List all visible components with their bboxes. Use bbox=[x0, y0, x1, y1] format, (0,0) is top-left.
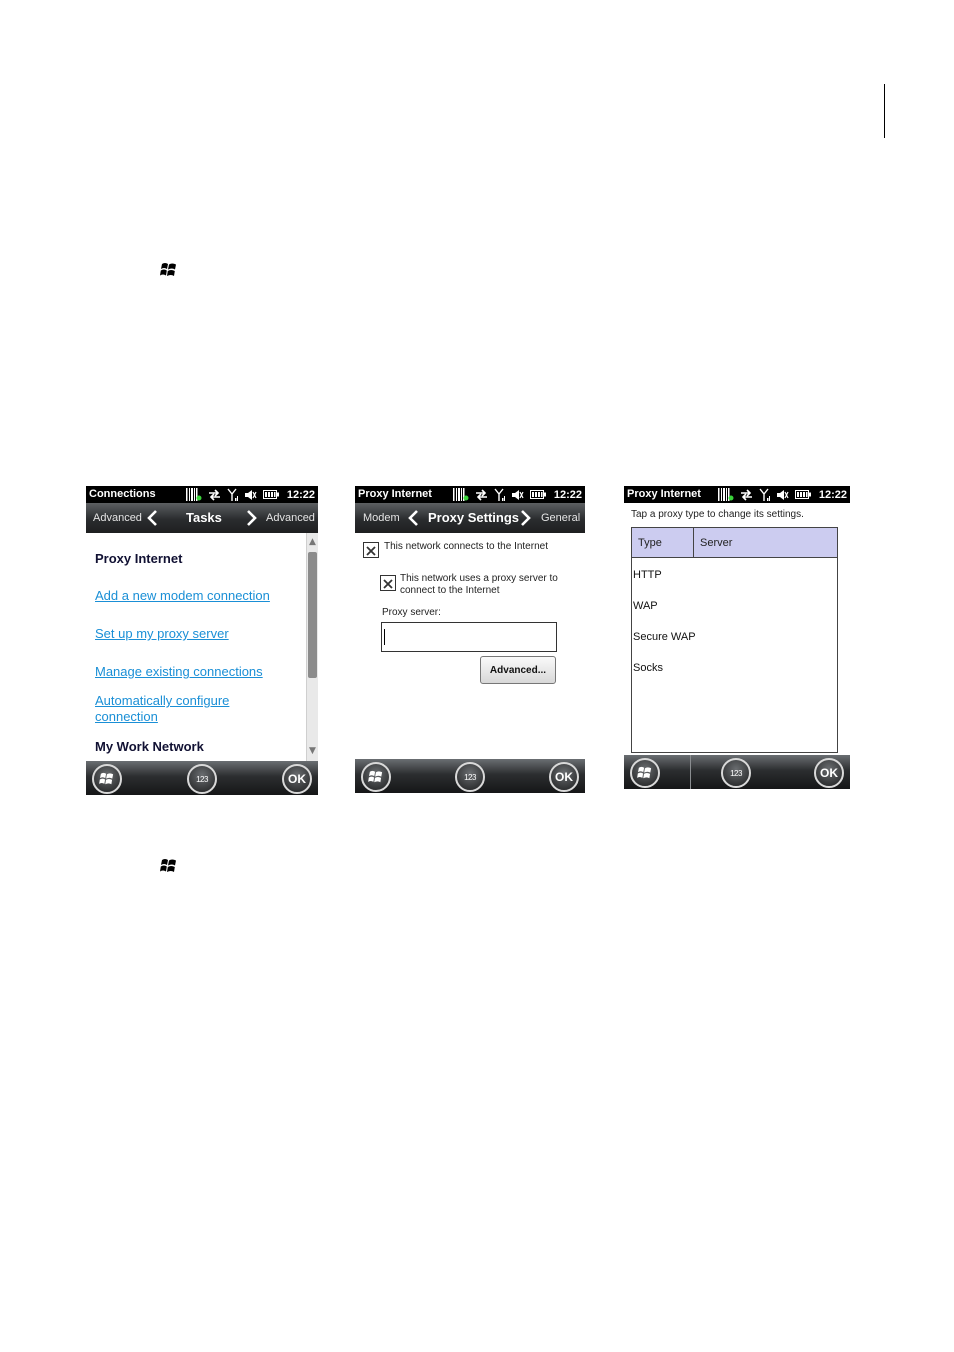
setup-proxy-server-link[interactable]: Set up my proxy server bbox=[95, 626, 229, 641]
soft-key-bar: 123 OK bbox=[624, 755, 850, 789]
soft-key-bar: 123 OK bbox=[355, 759, 585, 793]
internet-checkbox-label: This network connects to the Internet bbox=[384, 541, 548, 552]
battery-icon bbox=[262, 490, 279, 499]
internet-checkbox[interactable] bbox=[363, 542, 379, 558]
clock: 12:22 bbox=[818, 488, 847, 501]
proxy-server-input[interactable] bbox=[381, 622, 557, 652]
proxy-server-label: Proxy server: bbox=[382, 607, 441, 618]
nav-prev-label[interactable]: Modem bbox=[363, 512, 400, 524]
windows-logo-icon bbox=[160, 859, 176, 872]
start-button[interactable] bbox=[630, 758, 660, 788]
soft-key-bar: 123 OK bbox=[86, 761, 318, 795]
proxy-type-table: Type Server HTTP WAP Secure WAP Socks bbox=[631, 527, 838, 753]
column-header-type[interactable]: Type bbox=[638, 537, 662, 549]
sync-arrows-icon bbox=[475, 488, 487, 501]
barcode-icon bbox=[717, 488, 734, 501]
proxy-types-screen: Proxy Internet 12:22 Tap a proxy type to… bbox=[624, 486, 850, 789]
status-bar: Proxy Internet 12:22 bbox=[355, 486, 585, 503]
chevron-left-icon[interactable] bbox=[144, 509, 162, 527]
sync-arrows-icon bbox=[740, 488, 752, 501]
ok-button[interactable]: OK bbox=[282, 764, 312, 794]
add-modem-connection-link[interactable]: Add a new modem connection bbox=[95, 588, 270, 603]
nav-next-label[interactable]: Advanced bbox=[266, 512, 315, 524]
nav-prev-label[interactable]: Advanced bbox=[93, 512, 142, 524]
signal-icon bbox=[494, 488, 505, 501]
table-header: Type Server bbox=[632, 528, 837, 558]
windows-logo-icon bbox=[160, 263, 176, 276]
app-title: Connections bbox=[89, 488, 156, 500]
table-row-http[interactable]: HTTP bbox=[633, 569, 662, 581]
manage-connections-link[interactable]: Manage existing connections bbox=[95, 664, 263, 679]
chevron-left-icon[interactable] bbox=[405, 509, 423, 527]
proxy-settings-screen: Proxy Internet 12:22 Modem Proxy Setting… bbox=[355, 486, 585, 793]
instruction-text: Tap a proxy type to change its settings. bbox=[631, 509, 804, 520]
ok-button[interactable]: OK bbox=[549, 762, 579, 792]
clock: 12:22 bbox=[553, 488, 582, 501]
proxy-checkbox[interactable] bbox=[380, 575, 396, 591]
status-icons: 12:22 bbox=[185, 487, 315, 502]
speaker-muted-icon bbox=[244, 489, 257, 500]
section-heading-work-network: My Work Network bbox=[95, 739, 204, 754]
signal-icon bbox=[227, 488, 238, 501]
auto-configure-link[interactable]: Automatically configure bbox=[95, 693, 229, 708]
status-icons: 12:22 bbox=[717, 487, 847, 502]
proxy-checkbox-label: This network uses a proxy server to bbox=[400, 573, 558, 584]
nav-next-label[interactable]: General bbox=[541, 512, 580, 524]
battery-icon bbox=[529, 490, 546, 499]
text-cursor bbox=[384, 629, 385, 645]
nav-current-title: Proxy Settings bbox=[428, 510, 520, 525]
app-title: Proxy Internet bbox=[358, 488, 432, 500]
column-separator bbox=[693, 528, 694, 557]
table-row-secure-wap[interactable]: Secure WAP bbox=[633, 631, 696, 643]
ok-button[interactable]: OK bbox=[814, 758, 844, 788]
checkbox-x-icon bbox=[383, 579, 393, 589]
windows-start-icon bbox=[637, 766, 652, 779]
signal-icon bbox=[759, 488, 770, 501]
scrollbar-thumb[interactable] bbox=[308, 552, 317, 678]
speaker-muted-icon bbox=[511, 489, 524, 500]
chevron-right-icon[interactable] bbox=[516, 509, 534, 527]
connections-screen: Connections 12:22 Advanced Tasks Advance… bbox=[86, 486, 318, 795]
barcode-icon bbox=[185, 488, 202, 501]
tab-navigator: Advanced Tasks Advanced bbox=[86, 503, 318, 533]
input-panel-button[interactable]: 123 bbox=[721, 758, 751, 788]
page-margin-rule bbox=[884, 84, 885, 138]
windows-start-icon bbox=[99, 772, 114, 785]
status-bar: Proxy Internet 12:22 bbox=[624, 486, 850, 503]
barcode-icon bbox=[452, 488, 469, 501]
input-panel-button[interactable]: 123 bbox=[187, 764, 217, 794]
chevron-right-icon[interactable] bbox=[242, 509, 260, 527]
scroll-up-icon[interactable]: ▲ bbox=[307, 535, 318, 549]
windows-start-icon bbox=[368, 770, 383, 783]
input-panel-button[interactable]: 123 bbox=[455, 762, 485, 792]
battery-icon bbox=[794, 490, 811, 499]
nav-current-title: Tasks bbox=[186, 510, 222, 525]
advanced-button[interactable]: Advanced... bbox=[480, 656, 556, 684]
proxy-checkbox-label-continued: connect to the Internet bbox=[400, 585, 500, 596]
checkbox-x-icon bbox=[366, 546, 376, 556]
scroll-down-icon[interactable]: ▼ bbox=[307, 744, 318, 758]
app-title: Proxy Internet bbox=[627, 488, 701, 500]
sync-arrows-icon bbox=[208, 488, 220, 501]
table-row-socks[interactable]: Socks bbox=[633, 662, 663, 674]
table-row-wap[interactable]: WAP bbox=[633, 600, 658, 612]
section-heading-proxy-internet: Proxy Internet bbox=[95, 551, 183, 566]
clock: 12:22 bbox=[286, 488, 315, 501]
column-header-server[interactable]: Server bbox=[700, 537, 732, 549]
softbar-divider bbox=[690, 755, 691, 789]
start-button[interactable] bbox=[361, 762, 391, 792]
start-button[interactable] bbox=[92, 764, 122, 794]
status-icons: 12:22 bbox=[452, 487, 582, 502]
auto-configure-link-continued[interactable]: connection bbox=[95, 709, 158, 724]
status-bar: Connections 12:22 bbox=[86, 486, 318, 503]
tab-navigator: Modem Proxy Settings General bbox=[355, 503, 585, 533]
speaker-muted-icon bbox=[776, 489, 789, 500]
